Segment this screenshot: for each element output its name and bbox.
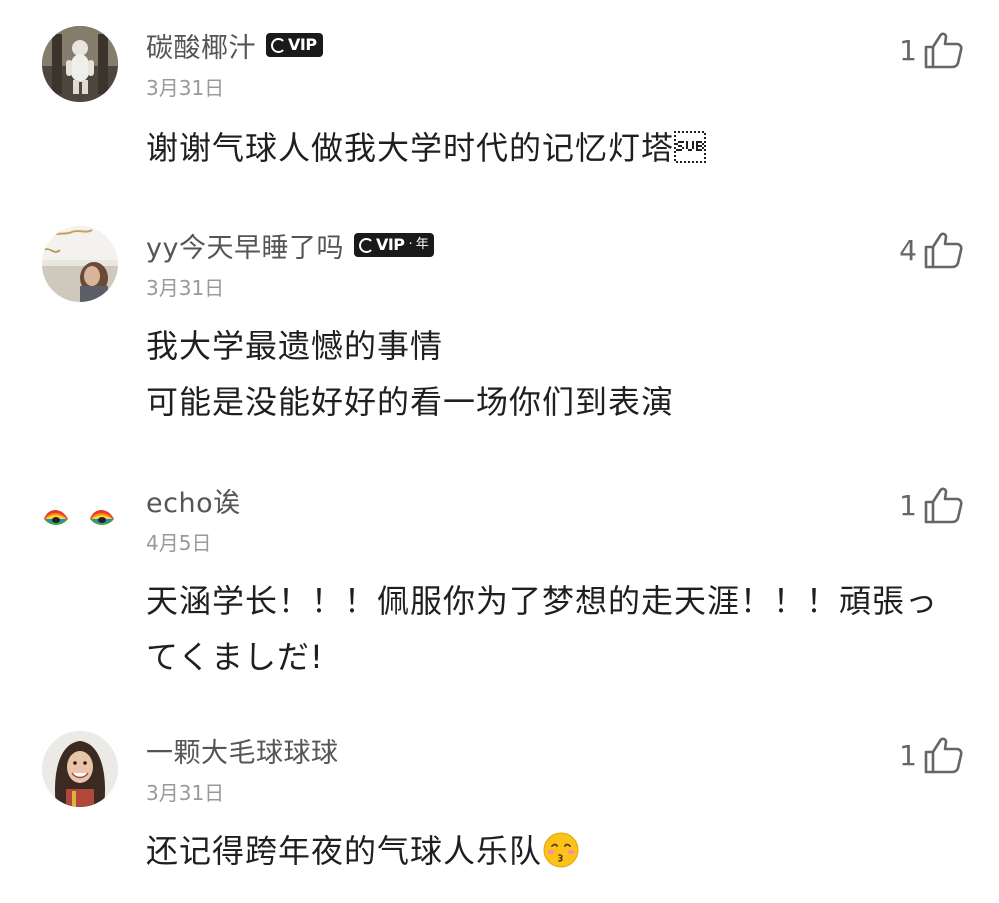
vip-ring-icon [358,237,374,253]
comment-item: 碳酸椰汁 VIP 3月31日 1 谢谢气球人做我大学时代的记忆灯塔 [0,0,999,200]
smiling-woman-avatar [42,731,118,807]
vip-ring-icon [271,37,286,53]
name-row: 一颗大毛球球球 [146,731,339,770]
comment-line: 我大学最遗憾的事情 [146,327,444,365]
comment-date: 3月31日 [146,781,225,805]
username[interactable]: 一颗大毛球球球 [146,731,339,770]
username[interactable]: 碳酸椰汁 [146,26,256,65]
comment-item: yy今天早睡了吗 VIP · 年 3月31日 4 我大学最遗憾的事情 可能是没能… [0,200,999,460]
comment-date: 3月31日 [146,76,225,100]
astronaut-photo-avatar [42,26,118,102]
comment-item: 一颗大毛球球球 3月31日 1 还记得跨年夜的气球人乐队 [0,705,999,903]
kissing-face-emoji [543,832,579,868]
thumbs-up-outline-icon [924,737,963,774]
avatar[interactable] [42,26,118,102]
comment-line: 可能是没能好好的看一场你们到表演 [146,383,675,421]
rainbow-eyes-avatar [42,479,118,555]
avatar[interactable] [42,731,118,807]
like-count: 1 [899,33,917,67]
thumbs-up-outline-icon [924,32,963,69]
comment-line-text: 还记得跨年夜的气球人乐队 [146,832,543,870]
comment-text: 天涵学长！！！佩服你为了梦想的走天涯！！！頑張っ てくましだ! [146,573,956,685]
comment-text: 我大学最遗憾的事情 可能是没能好好的看一场你们到表演 [146,318,956,430]
vip-badge[interactable]: VIP · 年 [353,233,435,257]
like-count: 1 [899,488,917,522]
comment-line: 天涵学长！！！佩服你为了梦想的走天涯！！！頑張っ [146,582,939,620]
comment-date: 3月31日 [146,276,225,300]
avatar[interactable] [42,479,118,555]
comment-item: echo诶 4月5日 1 天涵学长！！！佩服你为了梦想的走天涯！！！頑張っ てく… [0,455,999,715]
like-count: 1 [899,738,917,772]
comment-text: 谢谢气球人做我大学时代的记忆灯塔 [146,120,956,176]
name-row: echo诶 [146,481,241,520]
comment-date: 4月5日 [146,531,212,555]
vip-label: VIP [288,35,317,54]
thumbs-up-outline-icon [924,487,963,524]
username[interactable]: yy今天早睡了吗 [146,226,344,265]
like-button[interactable]: 1 [899,28,965,72]
comment-line: てくましだ! [146,638,324,676]
name-row: yy今天早睡了吗 VIP · 年 [146,226,435,265]
comment-line: 还记得跨年夜的气球人乐队 [146,823,956,879]
vip-badge[interactable]: VIP [266,33,323,57]
like-button[interactable]: 4 [899,228,965,272]
username[interactable]: echo诶 [146,481,241,520]
like-count: 4 [899,233,917,267]
avatar[interactable] [42,226,118,302]
name-row: 碳酸椰汁 VIP [146,26,323,65]
like-button[interactable]: 1 [899,483,965,527]
comment-text: 还记得跨年夜的气球人乐队 [146,823,956,879]
like-button[interactable]: 1 [899,733,965,777]
vip-year-label: · 年 [408,237,429,252]
comment-line: 谢谢气球人做我大学时代的记忆灯塔 [146,129,708,167]
thumbs-up-outline-icon [924,232,963,269]
girl-photo-avatar [42,226,118,302]
vip-label: VIP [375,235,405,254]
